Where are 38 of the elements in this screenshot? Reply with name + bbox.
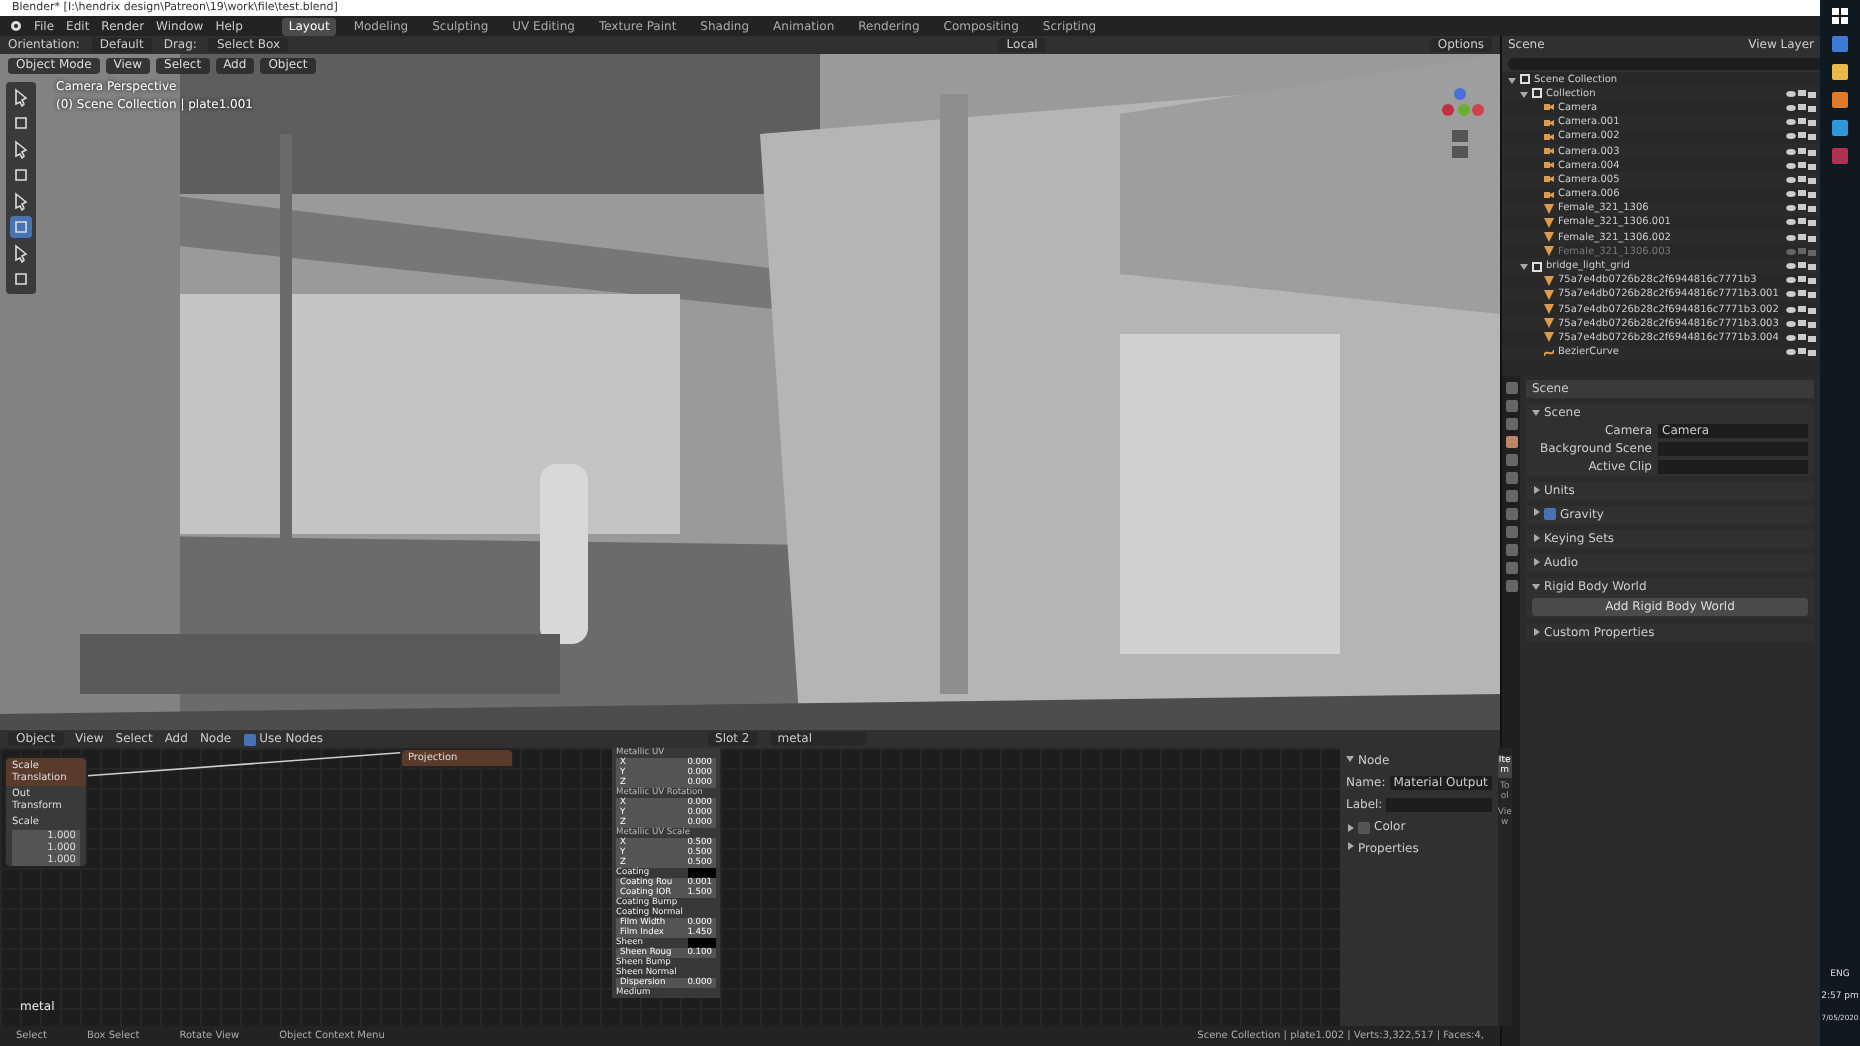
collapsed-icon[interactable] (1532, 534, 1540, 542)
search-field[interactable] (1508, 57, 1820, 69)
collapsed-icon[interactable] (1532, 558, 1540, 566)
expanded-icon[interactable] (1520, 262, 1528, 271)
collapsed-icon[interactable] (1346, 842, 1354, 850)
color-swatch[interactable] (688, 938, 716, 948)
tool-icon[interactable] (10, 86, 32, 108)
collapsed-icon[interactable] (1346, 823, 1354, 831)
axis-gizmo-icon[interactable] (1436, 82, 1484, 162)
tool-icon[interactable] (10, 268, 32, 290)
camera-icon (1544, 174, 1554, 185)
windows-logo-icon[interactable] (1832, 8, 1848, 24)
camera-icon (1544, 146, 1554, 157)
collapsed-icon[interactable] (1532, 508, 1540, 516)
camera-icon (1544, 102, 1554, 113)
node-card[interactable] (612, 748, 720, 998)
checkbox[interactable] (1358, 821, 1370, 833)
camera-icon (1544, 160, 1554, 171)
camera-icon (1544, 189, 1554, 200)
tool-icon[interactable] (10, 138, 32, 160)
camera-icon (1544, 117, 1554, 128)
expanded-icon[interactable] (1532, 408, 1540, 416)
expanded-icon[interactable] (1346, 754, 1354, 762)
collapsed-icon[interactable] (1532, 486, 1540, 494)
tool-icon[interactable] (10, 164, 32, 186)
color-swatch[interactable] (688, 868, 716, 878)
camera-icon (1544, 131, 1554, 142)
collapsed-icon[interactable] (1532, 628, 1540, 636)
checkbox[interactable] (243, 733, 256, 745)
curve-icon (1544, 347, 1554, 358)
tool-icon[interactable] (10, 216, 32, 238)
tool-icon[interactable] (10, 190, 32, 212)
collection-icon (1532, 261, 1542, 272)
expanded-icon[interactable] (1532, 582, 1540, 590)
checkbox[interactable] (1544, 508, 1556, 520)
tool-icon[interactable] (10, 242, 32, 264)
tool-icon[interactable] (10, 112, 32, 134)
blender-logo-icon[interactable] (10, 20, 22, 32)
